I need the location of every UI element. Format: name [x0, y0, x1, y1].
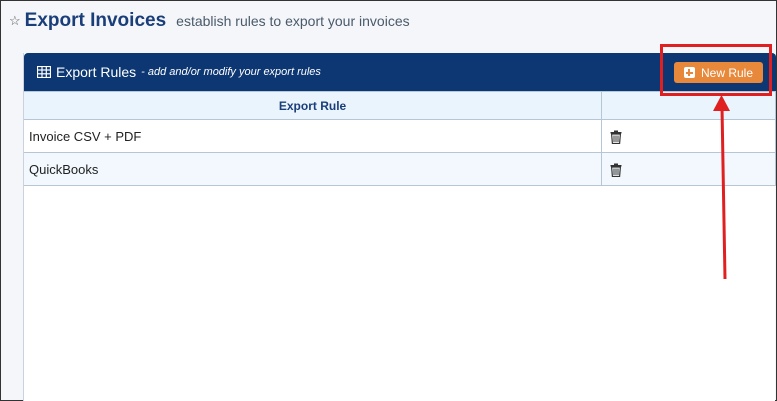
export-rules-panel: Export Rules - add and/or modify your ex… — [23, 53, 776, 401]
table-row[interactable]: Invoice CSV + PDF — [24, 119, 776, 153]
export-rules-table: Export Rule Invoice CSV + PDF QuickBooks — [24, 91, 776, 186]
panel-title: Export Rules — [56, 64, 137, 80]
annotation-arrow — [713, 95, 730, 280]
column-header-export-rule: Export Rule — [24, 91, 603, 120]
app-frame: ☆ Export Invoices establish rules to exp… — [0, 0, 777, 401]
actions-cell — [601, 119, 776, 153]
page-header: ☆ Export Invoices establish rules to exp… — [9, 10, 410, 34]
page-title: Export Invoices — [24, 10, 167, 31]
star-outline-icon[interactable]: ☆ — [9, 13, 21, 29]
highlight-box — [660, 44, 772, 96]
trash-icon[interactable] — [610, 163, 622, 177]
table-grid-icon — [37, 66, 51, 78]
rule-name[interactable]: QuickBooks — [24, 152, 603, 186]
rule-name[interactable]: Invoice CSV + PDF — [24, 119, 603, 153]
page-subtitle: establish rules to export your invoices — [176, 13, 410, 29]
panel-subtitle: - add and/or modify your export rules — [141, 66, 321, 78]
actions-cell — [601, 152, 776, 186]
table-row[interactable]: QuickBooks — [24, 152, 776, 186]
trash-icon[interactable] — [610, 130, 622, 144]
